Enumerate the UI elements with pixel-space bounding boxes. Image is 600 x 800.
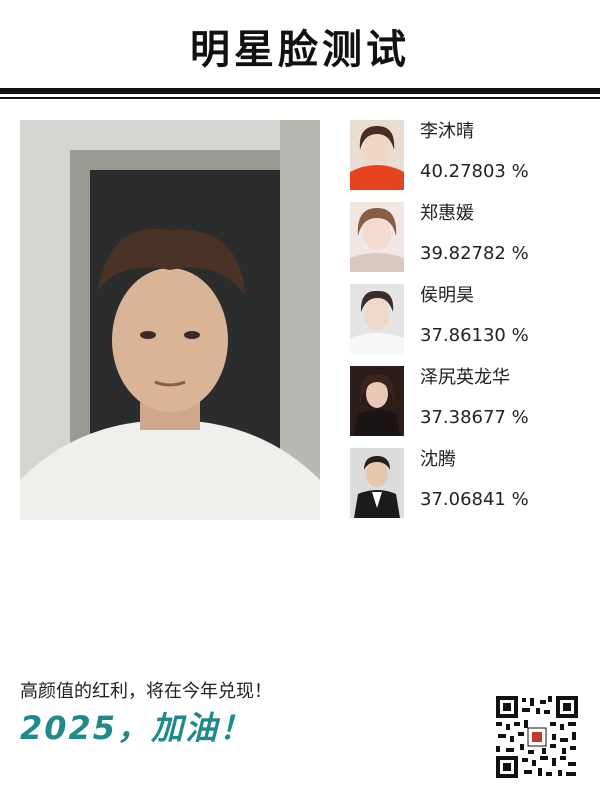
match-name: 侯明昊 — [420, 285, 474, 306]
list-item[interactable]: 沈腾 37.06841 % — [350, 448, 590, 530]
list-item[interactable]: 郑惠媛 39.82782 % — [350, 202, 590, 284]
avatar — [350, 120, 404, 190]
match-list: 李沐晴 40.27803 % 郑惠媛 39.82782 % 侯明昊 37.861… — [350, 120, 590, 530]
cheer-text: 2025，加油！ — [20, 709, 254, 747]
list-item[interactable]: 泽尻英龙华 37.38677 % — [350, 366, 590, 448]
avatar — [350, 448, 404, 518]
list-item[interactable]: 李沐晴 40.27803 % — [350, 120, 590, 202]
match-score: 37.38677 % — [420, 407, 529, 428]
match-name: 郑惠媛 — [420, 203, 474, 224]
avatar — [350, 366, 404, 436]
match-name: 沈腾 — [420, 449, 456, 470]
page-title: 明星脸测试 — [190, 27, 410, 73]
match-score: 39.82782 % — [420, 243, 529, 264]
list-item[interactable]: 侯明昊 37.86130 % — [350, 284, 590, 366]
title-divider — [0, 88, 600, 94]
slogan-text: 高颜值的红利，将在今年兑现！ — [20, 681, 272, 702]
match-name: 李沐晴 — [420, 121, 474, 142]
match-score: 40.27803 % — [420, 161, 529, 182]
match-score: 37.06841 % — [420, 489, 529, 510]
qr-code[interactable] — [494, 694, 580, 780]
match-name: 泽尻英龙华 — [420, 367, 510, 388]
title-divider-thin — [0, 97, 600, 99]
avatar — [350, 202, 404, 272]
match-score: 37.86130 % — [420, 325, 529, 346]
avatar — [350, 284, 404, 354]
uploaded-photo — [20, 120, 320, 520]
